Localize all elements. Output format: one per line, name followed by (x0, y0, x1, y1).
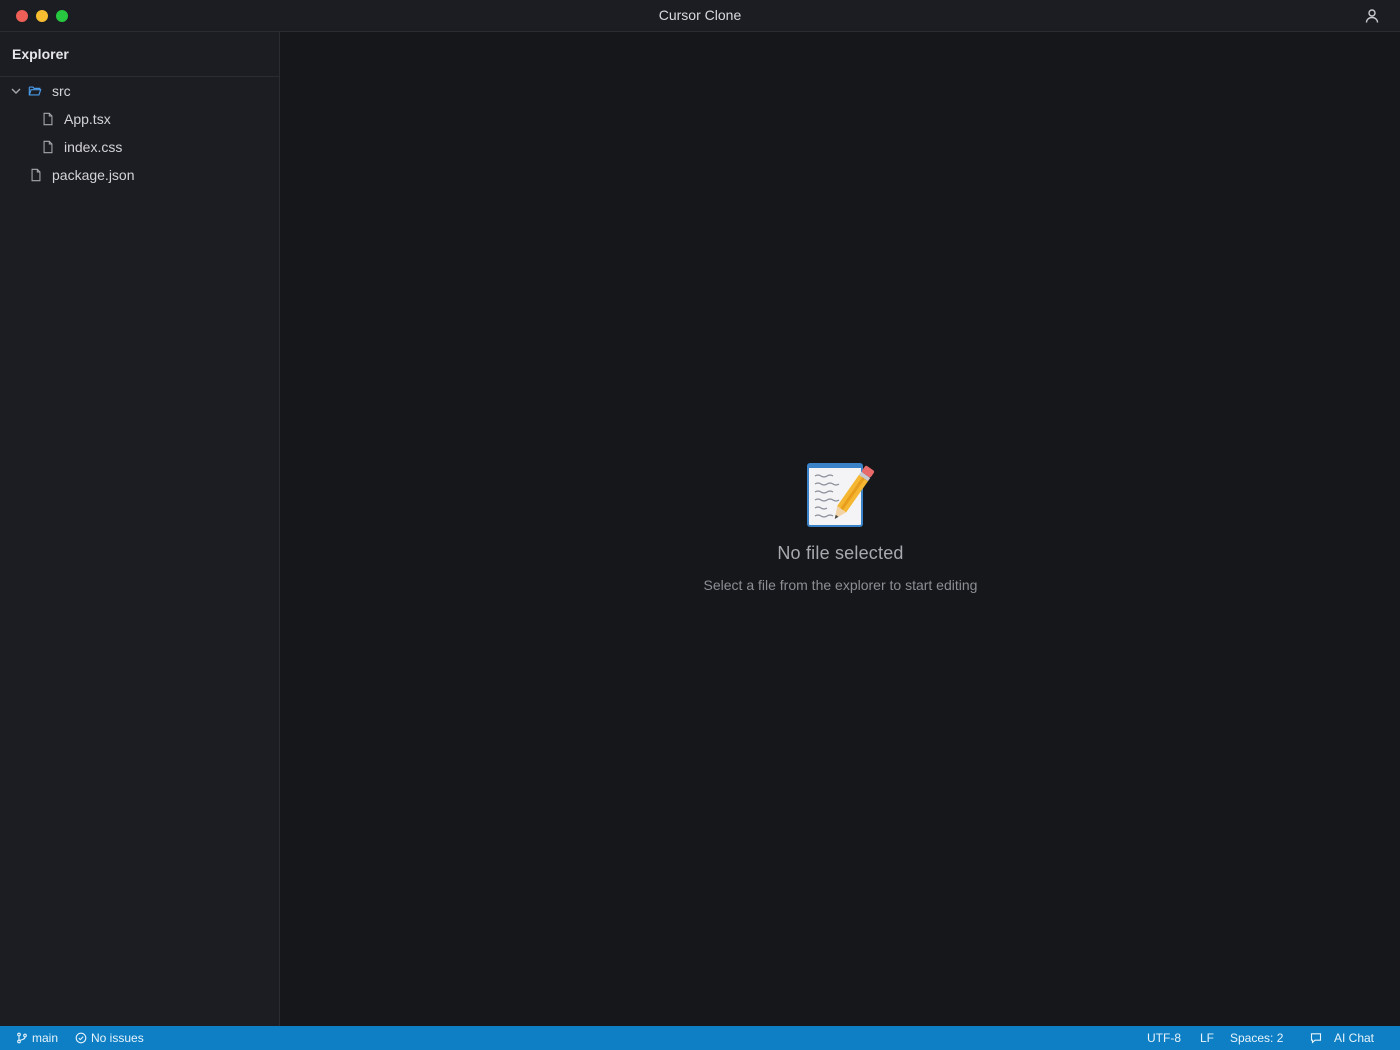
encoding-selector[interactable]: UTF-8 (1147, 1031, 1181, 1045)
issues-indicator[interactable]: No issues (75, 1031, 144, 1045)
tree-item-label: src (52, 83, 71, 99)
title-bar: Cursor Clone (0, 0, 1400, 32)
empty-state-title: No file selected (777, 543, 904, 563)
line-ending-selector[interactable]: LF (1200, 1031, 1214, 1045)
tree-item-label: package.json (52, 167, 135, 183)
file-icon (43, 140, 53, 154)
explorer-sidebar: Explorer src App.tsx index.css package.j… (0, 32, 280, 1026)
file-icon (31, 168, 41, 182)
folder-open-icon (28, 86, 42, 96)
editor-area: No file selected Select a file from the … (281, 32, 1400, 1026)
branch-indicator[interactable]: main (16, 1031, 58, 1045)
indentation-label: Spaces: 2 (1230, 1031, 1284, 1045)
explorer-title: Explorer (0, 32, 279, 77)
empty-state: No file selected Select a file from the … (281, 460, 1400, 593)
tree-item-package-json[interactable]: package.json (0, 161, 279, 189)
tree-item-src[interactable]: src (0, 77, 279, 105)
encoding-label: UTF-8 (1147, 1031, 1181, 1045)
tree-item-app-tsx[interactable]: App.tsx (0, 105, 279, 133)
file-icon (43, 112, 53, 126)
memo-icon (806, 463, 874, 527)
chat-icon (1310, 1033, 1322, 1044)
file-tree: src App.tsx index.css package.json (0, 77, 279, 189)
git-branch-icon (17, 1032, 27, 1044)
tree-item-label: App.tsx (64, 111, 111, 127)
line-ending-label: LF (1200, 1031, 1215, 1045)
tree-item-index-css[interactable]: index.css (0, 133, 279, 161)
tree-item-label: index.css (64, 139, 123, 155)
branch-name: main (32, 1031, 59, 1045)
empty-state-subtitle: Select a file from the explorer to start… (703, 577, 978, 593)
check-circle-icon (75, 1032, 87, 1044)
status-bar: main No issues UTF-8 LF Spaces: 2 AI Cha… (0, 1026, 1400, 1050)
chevron-down-icon[interactable] (10, 85, 22, 97)
issues-label: No issues (91, 1031, 144, 1045)
user-icon[interactable] (1364, 8, 1380, 24)
indentation-selector[interactable]: Spaces: 2 (1230, 1031, 1283, 1045)
app-title: Cursor Clone (658, 7, 742, 23)
ai-chat-label: AI Chat (1334, 1031, 1375, 1045)
ai-chat-button[interactable]: AI Chat (1310, 1031, 1374, 1045)
